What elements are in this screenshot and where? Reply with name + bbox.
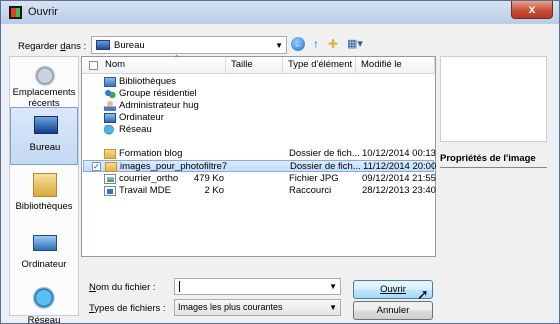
file-date: 10/12/2014 00:13 <box>362 148 436 159</box>
file-type: Dossier de fich... <box>289 148 360 159</box>
filetype-select[interactable]: Images les plus courantes ▼ <box>174 299 341 316</box>
lookin-label: Regarder dans : <box>18 41 87 52</box>
file-name: Groupe résidentiel <box>119 88 197 99</box>
list-item-selected[interactable]: ✓ images_pour_photofiltre7 Dossier de fi… <box>83 160 437 172</box>
column-type[interactable]: Type d'élément <box>283 57 356 74</box>
file-type: Dossier de fich... <box>290 161 361 172</box>
file-name: Réseau <box>119 124 152 135</box>
user-icon <box>104 101 116 111</box>
desktop-icon <box>34 116 58 134</box>
column-date[interactable]: Modifié le <box>356 57 435 74</box>
recent-places-icon <box>33 65 57 89</box>
list-item[interactable]: Réseau <box>83 124 434 136</box>
shortcut-icon <box>104 186 116 196</box>
folder-icon <box>104 149 116 159</box>
filename-label: Nom du fichier : <box>89 282 156 293</box>
file-date: 09/12/2014 21:55 <box>362 173 436 184</box>
network-icon <box>104 125 116 135</box>
chevron-down-icon[interactable]: ▼ <box>329 303 337 312</box>
file-name: Travail MDE <box>119 185 171 196</box>
libraries-icon <box>33 173 57 197</box>
file-type: Fichier JPG <box>289 173 339 184</box>
chevron-down-icon[interactable]: ▼ <box>329 282 337 291</box>
library-icon <box>104 77 116 87</box>
file-name: Bibliothèques <box>119 76 177 87</box>
sort-up-icon: ^ <box>175 55 179 62</box>
lookin-combo[interactable]: Bureau ▼ <box>91 36 287 54</box>
filetype-value: Images les plus courantes <box>178 302 283 312</box>
cancel-button[interactable]: Annuler <box>353 301 433 320</box>
lookin-value: Bureau <box>114 40 145 51</box>
places-bar: Emplacements récents Bureau Bibliothèque… <box>9 56 79 323</box>
list-item[interactable]: Ordinateur <box>83 112 434 124</box>
jpg-file-icon <box>104 174 116 184</box>
file-name: courrier_ortho <box>119 173 179 184</box>
place-network[interactable]: Réseau <box>10 281 78 324</box>
mouse-pointer-icon: ➚ <box>417 286 429 302</box>
file-name: images_pour_photofiltre7 <box>120 161 228 172</box>
computer-icon <box>33 235 57 251</box>
window-title: Ouvrir <box>28 6 58 18</box>
file-name: Formation blog <box>119 148 183 159</box>
view-menu-icon[interactable]: ▦▾ <box>345 37 365 51</box>
place-label: Bibliothèques <box>15 201 73 212</box>
image-properties-label: Propriétés de l'image <box>440 153 547 168</box>
file-name: Ordinateur <box>119 112 164 123</box>
folder-icon <box>105 162 117 172</box>
place-libraries[interactable]: Bibliothèques <box>10 167 78 225</box>
column-header: Nom ^ Taille Type d'élément Modifié le <box>82 55 435 74</box>
chevron-down-icon[interactable]: ▼ <box>275 41 283 50</box>
photofiltre-app-icon <box>9 6 22 19</box>
file-date: 11/12/2014 20:00 <box>363 161 437 172</box>
filetype-label: Types de fichiers : <box>89 303 166 314</box>
file-date: 28/12/2013 23:40 <box>362 185 436 196</box>
desktop-icon <box>96 40 110 50</box>
place-label: Bureau <box>29 142 61 153</box>
file-type: Raccourci <box>289 185 332 196</box>
list-item[interactable]: courrier_ortho 479 Ko Fichier JPG 09/12/… <box>83 173 436 185</box>
list-item[interactable]: Formation blog Dossier de fich... 10/12/… <box>83 148 436 160</box>
homegroup-icon <box>104 89 116 99</box>
list-item[interactable]: Groupe résidentiel <box>83 88 434 100</box>
place-label: Emplacements récents <box>12 87 76 109</box>
list-item[interactable]: Bibliothèques <box>83 76 434 88</box>
place-bureau[interactable]: Bureau <box>10 107 78 165</box>
file-size: 2 Ko <box>204 185 224 196</box>
list-item[interactable]: Administrateur hug <box>83 100 434 112</box>
place-computer[interactable]: Ordinateur <box>10 225 78 283</box>
file-list[interactable]: Nom ^ Taille Type d'élément Modifié le B… <box>81 55 437 257</box>
column-name[interactable]: Nom <box>82 57 226 74</box>
row-checkbox[interactable]: ✓ <box>92 162 101 171</box>
column-size[interactable]: Taille <box>226 57 283 74</box>
close-button[interactable]: x <box>511 1 553 19</box>
file-name: Administrateur hug <box>119 100 199 111</box>
list-item[interactable]: Travail MDE 2 Ko Raccourci 28/12/2013 23… <box>83 185 436 197</box>
place-label: Réseau <box>27 315 61 324</box>
filename-input[interactable]: ▼ <box>174 278 341 295</box>
back-icon[interactable]: ← <box>291 37 305 51</box>
title-bar: Ouvrir x <box>1 1 559 24</box>
image-preview <box>440 56 547 142</box>
up-folder-icon[interactable]: ↑ <box>309 37 323 51</box>
new-folder-icon[interactable]: ✚ <box>326 37 340 51</box>
computer-icon <box>104 113 116 123</box>
network-icon <box>33 287 57 311</box>
place-label: Ordinateur <box>21 259 67 270</box>
text-caret <box>179 281 180 292</box>
file-size: 479 Ko <box>193 173 224 184</box>
open-dialog: Ouvrir x Regarder dans : Bureau ▼ ← ↑ ✚ … <box>0 0 560 324</box>
select-all-checkbox[interactable] <box>89 61 98 70</box>
